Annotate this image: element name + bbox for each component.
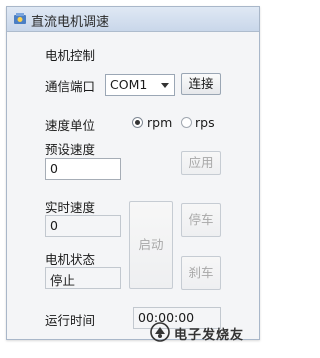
realtime-speed-label: 实时速度 [45, 200, 96, 215]
motor-status-label: 电机状态 [45, 252, 96, 267]
app-window: 直流电机调速 电机控制 通信端口 COM1 连接 速度单位 rpm rps 预设… [6, 6, 260, 340]
speed-unit-label: 速度单位 [45, 118, 96, 133]
radio-rpm-label: rpm [147, 115, 173, 130]
motor-control-section-title: 电机控制 [45, 48, 96, 63]
motor-status-value: 停止 [45, 267, 121, 289]
watermark: 电子发烧友 [150, 318, 262, 348]
apply-button[interactable]: 应用 [181, 151, 221, 175]
app-icon [14, 13, 26, 24]
watermark-logo-icon [150, 322, 170, 342]
radio-rps-label: rps [195, 115, 215, 130]
run-time-label: 运行时间 [45, 313, 96, 328]
brake-button[interactable]: 刹车 [181, 256, 221, 290]
preset-speed-input[interactable]: 0 [45, 158, 121, 180]
watermark-text: 电子发烧友 [174, 328, 245, 343]
title-bar: 直流电机调速 [7, 7, 259, 32]
window-title: 直流电机调速 [31, 15, 110, 30]
radio-rps[interactable] [181, 117, 192, 128]
preset-speed-label: 预设速度 [45, 142, 96, 157]
radio-rpm[interactable] [132, 117, 143, 128]
start-button[interactable]: 启动 [129, 201, 173, 289]
realtime-speed-value: 0 [45, 215, 121, 237]
port-select[interactable]: COM1 [105, 74, 175, 96]
stop-button[interactable]: 停车 [181, 203, 221, 237]
port-label: 通信端口 [45, 79, 96, 94]
port-select-value: COM1 [110, 77, 148, 92]
chevron-down-icon [161, 83, 169, 88]
connect-button[interactable]: 连接 [181, 73, 221, 95]
